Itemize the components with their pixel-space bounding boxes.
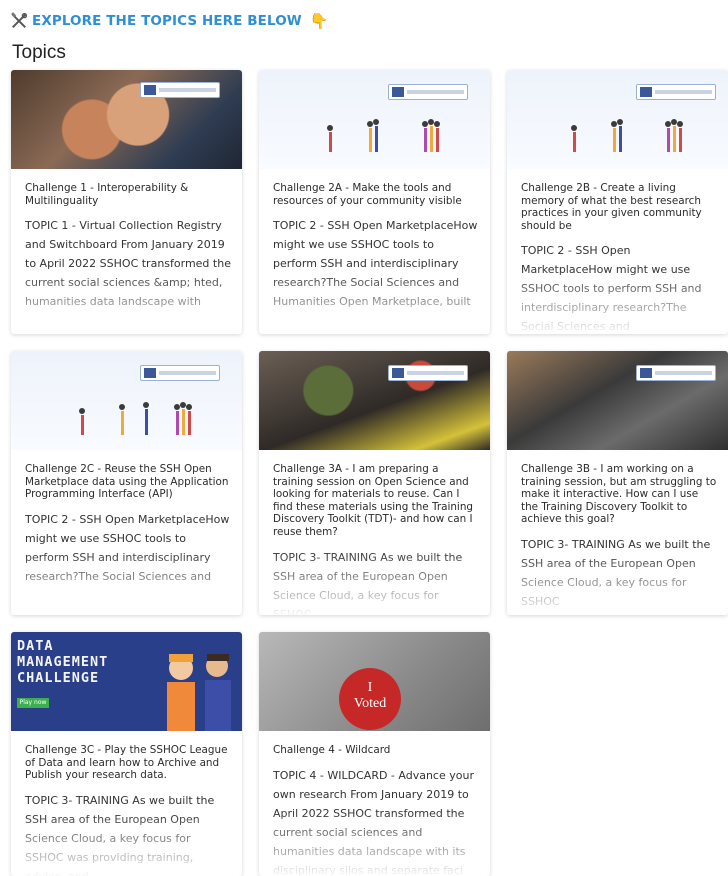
card-challenge-title: Challenge 2C - Reuse the SSH Open Market… [25, 463, 229, 501]
topic-card-challenge-3b[interactable]: Challenge 3B - I am working on a trainin… [507, 351, 728, 615]
card-image [507, 70, 728, 169]
card-challenge-title: Challenge 2B - Create a living memory of… [521, 182, 702, 232]
card-challenge-title: Challenge 3B - I am working on a trainin… [521, 463, 717, 526]
topic-card-challenge-3a[interactable]: Challenge 3A - I am preparing a training… [259, 351, 490, 615]
card-image: I Voted [259, 632, 490, 731]
explore-header: EXPLORE THE TOPICS HERE BELOW 👇 [10, 10, 329, 32]
topic-card-challenge-2a[interactable]: Challenge 2A - Make the tools and resour… [259, 70, 490, 334]
people-illustration [571, 119, 683, 152]
card-image [259, 70, 490, 169]
card-challenge-title: Challenge 2A - Make the tools and resour… [273, 182, 462, 207]
explore-label: EXPLORE THE TOPICS HERE BELOW [32, 13, 302, 29]
i-voted-sticker: I Voted [339, 668, 401, 730]
card-challenge-title: Challenge 3C - Play the SSHOC League of … [25, 744, 228, 782]
card-description: TOPIC 4 - WILDCARD - Advance your own re… [273, 768, 474, 876]
topic-card-challenge-1[interactable]: Challenge 1 - Interoperability & Multili… [11, 70, 242, 334]
sshoc-banner-logo [636, 365, 716, 381]
card-challenge-title: Challenge 3A - I am preparing a training… [273, 463, 473, 538]
topic-card-challenge-4[interactable]: I Voted Challenge 4 - Wildcard TOPIC 4 -… [259, 632, 490, 876]
card-description: TOPIC 1 - Virtual Collection Registry an… [25, 219, 231, 309]
card-description: TOPIC 3- TRAINING As we built the SSH ar… [25, 793, 215, 876]
card-challenge-title: Challenge 4 - Wildcard [273, 744, 391, 756]
card-image [507, 351, 728, 450]
card-description: TOPIC 2 - SSH Open MarketplaceHow might … [521, 244, 702, 334]
sshoc-banner-logo [140, 82, 220, 98]
topics-heading: Topics [12, 42, 66, 63]
topic-card-challenge-2c[interactable]: Challenge 2C - Reuse the SSH Open Market… [11, 351, 242, 615]
topic-card-challenge-2b[interactable]: Challenge 2B - Create a living memory of… [507, 70, 728, 334]
card-image: DATA MANAGEMENT CHALLENGE Play now [11, 632, 242, 731]
card-description: TOPIC 2 - SSH Open MarketplaceHow might … [25, 512, 230, 583]
tools-icon [11, 12, 28, 29]
sshoc-banner-logo [388, 365, 468, 381]
people-illustration [79, 402, 192, 435]
card-image [11, 351, 242, 450]
card-description: TOPIC 3- TRAINING As we built the SSH ar… [521, 537, 711, 608]
pointing-down-hand-icon: 👇 [309, 12, 329, 30]
topic-card-challenge-3c[interactable]: DATA MANAGEMENT CHALLENGE Play now Chall… [11, 632, 242, 876]
card-description: TOPIC 2 - SSH Open MarketplaceHow might … [273, 219, 478, 309]
card-description: TOPIC 3- TRAINING As we built the SSH ar… [273, 550, 463, 615]
card-challenge-title: Challenge 1 - Interoperability & Multili… [25, 182, 189, 207]
people-illustration [327, 119, 440, 152]
card-image [11, 70, 242, 169]
card-image [259, 351, 490, 450]
characters-illustration [167, 654, 231, 731]
